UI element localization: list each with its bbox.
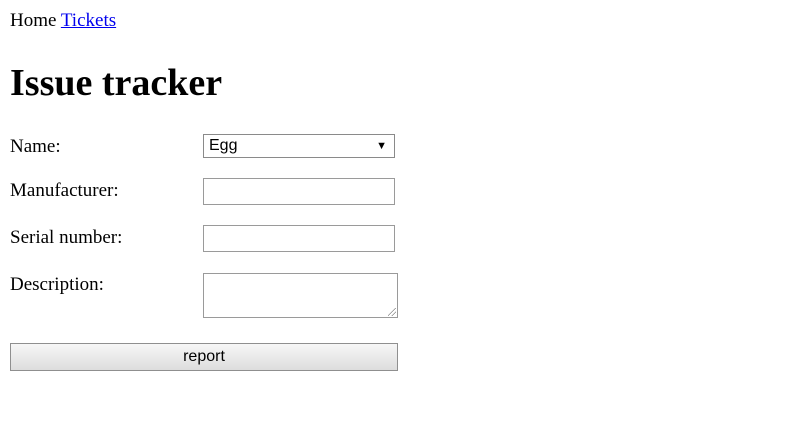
serial-number-input[interactable]	[203, 225, 395, 252]
name-label: Name:	[10, 136, 61, 157]
description-label: Description:	[10, 274, 104, 295]
breadcrumb: Home Tickets	[10, 10, 116, 32]
chevron-down-icon: ▼	[376, 140, 387, 152]
report-button[interactable]: report	[10, 343, 398, 371]
name-select-value: Egg	[209, 137, 238, 154]
manufacturer-label: Manufacturer:	[10, 180, 119, 201]
home-text: Home	[10, 10, 57, 31]
resize-grip-icon[interactable]	[388, 308, 396, 316]
manufacturer-input[interactable]	[203, 178, 395, 205]
description-textarea[interactable]	[203, 273, 398, 318]
page-title: Issue tracker	[10, 62, 223, 104]
tickets-link[interactable]: Tickets	[61, 10, 116, 31]
name-select[interactable]: Egg ▼	[203, 134, 395, 158]
serial-number-label: Serial number:	[10, 227, 123, 248]
